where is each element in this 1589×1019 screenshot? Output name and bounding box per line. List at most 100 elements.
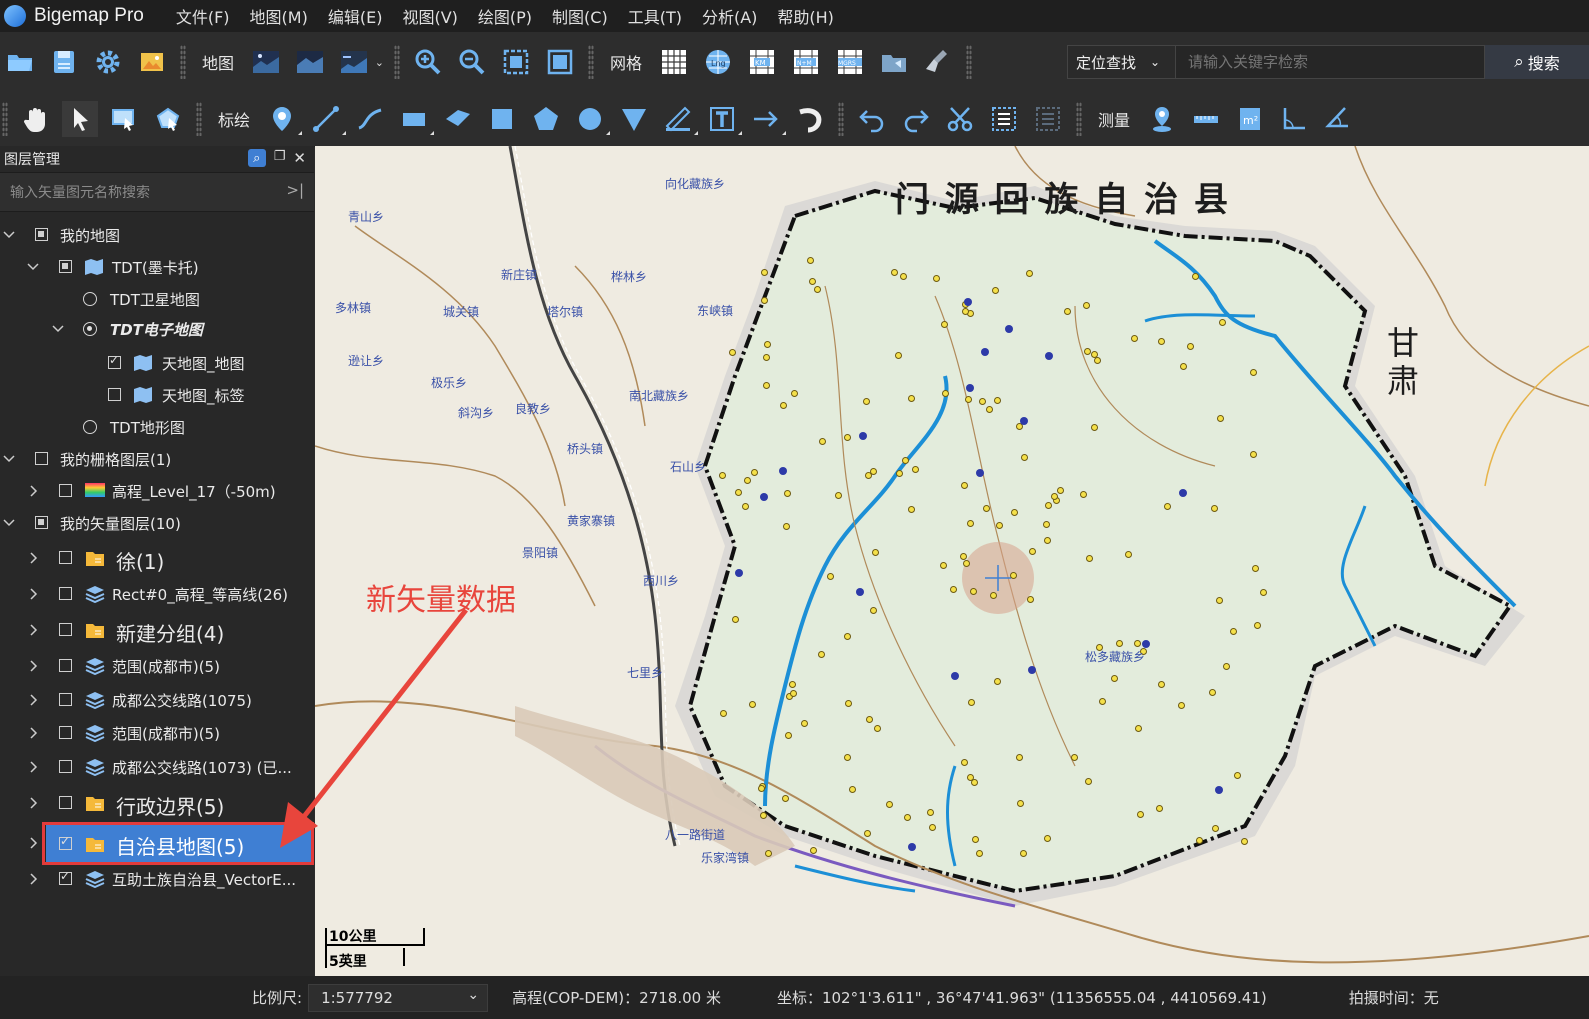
attribute-list-icon[interactable]: [1030, 101, 1066, 137]
curved-arrow-icon[interactable]: [792, 101, 828, 137]
grid-icon[interactable]: [656, 44, 692, 80]
chevron-down-icon[interactable]: [3, 517, 15, 529]
fullscreen-icon[interactable]: [542, 44, 578, 80]
zoom-out-icon[interactable]: [454, 44, 490, 80]
layer-row-admin-boundary[interactable]: 行政边界(5): [0, 789, 314, 819]
menu-help[interactable]: 帮助(H): [767, 4, 844, 28]
layer-radio[interactable]: [83, 322, 97, 336]
chevron-down-icon[interactable]: [3, 453, 15, 465]
draw-line-icon[interactable]: [308, 101, 347, 137]
locate-dropdown[interactable]: 定位查找 ⌄: [1067, 45, 1175, 79]
layer-row-huzhu-vector[interactable]: 互助土族自治县_VectorE...: [0, 866, 314, 892]
open-folder-icon[interactable]: [2, 44, 38, 80]
pan-hand-icon[interactable]: [18, 101, 54, 137]
layer-row-contours[interactable]: Rect#0_高程_等高线(26): [0, 581, 314, 607]
clear-brush-icon[interactable]: [920, 44, 956, 80]
attribute-table-icon[interactable]: [986, 101, 1022, 137]
chevron-right-icon[interactable]: [28, 694, 40, 706]
draw-square-icon[interactable]: [484, 101, 520, 137]
chevron-right-icon[interactable]: [28, 797, 40, 809]
layer-row-my-raster[interactable]: 我的栅格图层(1): [0, 446, 314, 472]
map-thumbnail-1-icon[interactable]: [248, 44, 284, 80]
layer-row-tianditu-labels[interactable]: 天地图_标签: [0, 382, 314, 408]
layer-row-elevation[interactable]: 高程_Level_17（-50m): [0, 478, 314, 504]
measure-point-icon[interactable]: [1144, 101, 1180, 137]
close-icon[interactable]: ✕: [293, 149, 306, 167]
draw-pentagon-icon[interactable]: [528, 101, 564, 137]
mgrs-grid-icon[interactable]: MGRS: [832, 44, 868, 80]
layer-search-field[interactable]: 输入矢量图元名称搜索 >|: [0, 172, 314, 212]
menu-analysis[interactable]: 分析(A): [692, 4, 767, 28]
layer-checkbox[interactable]: [35, 516, 48, 529]
marker-pin-icon[interactable]: [264, 101, 303, 137]
draw-ruler-icon[interactable]: [660, 101, 699, 137]
map-canvas[interactable]: 门 源 回 族 自 治 县 甘 肃 青山乡 向化藏族乡 多林镇 新庄镇 桦林乡 …: [315, 146, 1589, 976]
draw-curve-icon[interactable]: [352, 101, 388, 137]
select-arrow-icon[interactable]: [62, 101, 98, 137]
layer-checkbox[interactable]: [59, 623, 72, 636]
measure-distance-icon[interactable]: [1188, 101, 1224, 137]
search-icon[interactable]: ⌕: [247, 149, 266, 167]
scale-dropdown[interactable]: 1:577792 ⌄: [308, 983, 489, 1012]
menu-map[interactable]: 地图(M): [240, 4, 318, 28]
menu-cartography[interactable]: 制图(C): [542, 4, 618, 28]
chevron-down-icon[interactable]: [3, 229, 15, 241]
layer-row-tdt-mercator[interactable]: TDT(墨卡托): [0, 254, 314, 280]
layer-checkbox[interactable]: [59, 869, 72, 885]
draw-sector-icon[interactable]: [616, 101, 652, 137]
measure-bearing-icon[interactable]: [1320, 101, 1356, 137]
layer-checkbox[interactable]: [35, 452, 48, 465]
layer-row-tdt-electronic[interactable]: TDT电子地图: [0, 316, 314, 342]
image-icon[interactable]: [134, 44, 170, 80]
folder-grid-icon[interactable]: [876, 44, 912, 80]
chevron-right-icon[interactable]: [28, 485, 40, 497]
layer-checkbox[interactable]: [108, 353, 121, 369]
layer-row-tdt-satellite[interactable]: TDT卫星地图: [0, 286, 314, 312]
layer-row-chengdu-range-2[interactable]: 范围(成都市)(5): [0, 720, 314, 746]
text-tool-icon[interactable]: [704, 101, 743, 137]
layer-checkbox[interactable]: [59, 260, 72, 273]
km-grid-icon[interactable]: KM: [744, 44, 780, 80]
chevron-right-icon[interactable]: [28, 588, 40, 600]
layer-row-chengdu-bus-2[interactable]: 成都公交线路(1073) (已...: [0, 754, 314, 780]
zoom-extent-icon[interactable]: [498, 44, 534, 80]
menu-file[interactable]: 文件(F): [166, 4, 240, 28]
layer-checkbox[interactable]: [59, 484, 72, 497]
layer-checkbox[interactable]: [59, 726, 72, 739]
lnglat-grid-icon[interactable]: Lng: [700, 44, 736, 80]
select-polygon-icon[interactable]: [150, 101, 186, 137]
layer-row-tdt-terrain[interactable]: TDT地形图: [0, 414, 314, 440]
arrow-right-icon[interactable]: [748, 101, 787, 137]
chevron-right-icon[interactable]: [28, 624, 40, 636]
map-thumbnail-2-icon[interactable]: [292, 44, 328, 80]
chevron-right-icon[interactable]: [28, 837, 40, 849]
layer-checkbox[interactable]: [59, 551, 72, 564]
search-button[interactable]: ⌕ 搜索: [1485, 45, 1589, 79]
menu-edit[interactable]: 编辑(E): [318, 4, 393, 28]
measure-area-icon[interactable]: m²: [1232, 101, 1268, 137]
draw-rectangle-icon[interactable]: [396, 101, 435, 137]
chevron-right-icon[interactable]: [28, 727, 40, 739]
chevron-right-icon[interactable]: [28, 552, 40, 564]
menu-draw[interactable]: 绘图(P): [468, 4, 542, 28]
measure-angle-icon[interactable]: [1276, 101, 1312, 137]
layer-checkbox[interactable]: [59, 693, 72, 706]
nm-grid-icon[interactable]: N+M: [788, 44, 824, 80]
chevron-right-icon[interactable]: [28, 761, 40, 773]
menu-view[interactable]: 视图(V): [392, 4, 467, 28]
layer-checkbox[interactable]: [59, 760, 72, 773]
select-area-icon[interactable]: [106, 101, 142, 137]
layer-row-xu[interactable]: 徐(1): [0, 544, 314, 574]
layer-checkbox[interactable]: [59, 587, 72, 600]
layer-checkbox[interactable]: [59, 659, 72, 672]
zoom-in-icon[interactable]: [410, 44, 446, 80]
save-icon[interactable]: [46, 44, 82, 80]
layer-radio[interactable]: [83, 292, 97, 306]
chevron-down-icon[interactable]: [27, 261, 39, 273]
menu-tools[interactable]: 工具(T): [618, 4, 692, 28]
scissors-icon[interactable]: [942, 101, 978, 137]
layer-row-tianditu-map[interactable]: 天地图_地图: [0, 350, 314, 376]
chevron-right-icon[interactable]: [28, 873, 40, 885]
collapse-right-icon[interactable]: >|: [286, 181, 304, 199]
redo-icon[interactable]: [898, 101, 934, 137]
